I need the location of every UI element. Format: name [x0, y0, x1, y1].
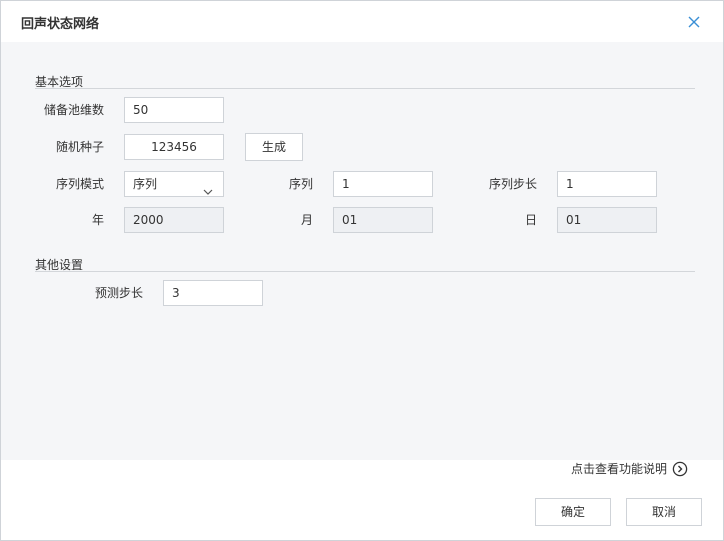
- predict-step-label: 预测步长: [94, 286, 143, 300]
- dialog-body: 基本选项 储备池维数 随机种子 生成 序列模式 序列 序列 序列步长 年 月 日: [1, 42, 723, 460]
- close-icon[interactable]: [685, 13, 703, 31]
- seq-label: 序列: [288, 177, 313, 191]
- seq-mode-label: 序列模式: [55, 177, 104, 191]
- dialog-title: 回声状态网络: [21, 17, 100, 32]
- year-input: [124, 207, 224, 233]
- cancel-button[interactable]: 取消: [626, 498, 702, 526]
- seq-mode-value: 序列: [133, 177, 158, 191]
- reservoir-dim-input[interactable]: [124, 97, 224, 123]
- section-divider: [35, 88, 695, 89]
- section-divider: [35, 271, 695, 272]
- seq-input[interactable]: [333, 171, 433, 197]
- day-input: [557, 207, 657, 233]
- seq-step-input[interactable]: [557, 171, 657, 197]
- dialog: 回声状态网络 基本选项 储备池维数 随机种子 生成 序列模式 序列: [0, 0, 724, 541]
- month-label: 月: [300, 213, 313, 227]
- reservoir-dim-label: 储备池维数: [43, 103, 104, 117]
- seed-input[interactable]: [124, 134, 224, 160]
- chevron-right-circle-icon: [672, 461, 688, 477]
- help-link[interactable]: 点击查看功能说明: [571, 460, 688, 478]
- dialog-footer: 点击查看功能说明 确定 取消: [1, 460, 723, 540]
- seq-mode-select[interactable]: 序列: [124, 171, 224, 197]
- predict-step-input[interactable]: [163, 280, 263, 306]
- help-link-label: 点击查看功能说明: [571, 462, 668, 476]
- ok-button[interactable]: 确定: [535, 498, 611, 526]
- dialog-titlebar: 回声状态网络: [1, 1, 723, 42]
- seq-step-label: 序列步长: [488, 177, 537, 191]
- chevron-down-icon: [203, 180, 213, 195]
- seed-label: 随机种子: [55, 140, 104, 154]
- generate-button[interactable]: 生成: [245, 133, 303, 161]
- year-label: 年: [91, 213, 104, 227]
- month-input: [333, 207, 433, 233]
- day-label: 日: [524, 213, 537, 227]
